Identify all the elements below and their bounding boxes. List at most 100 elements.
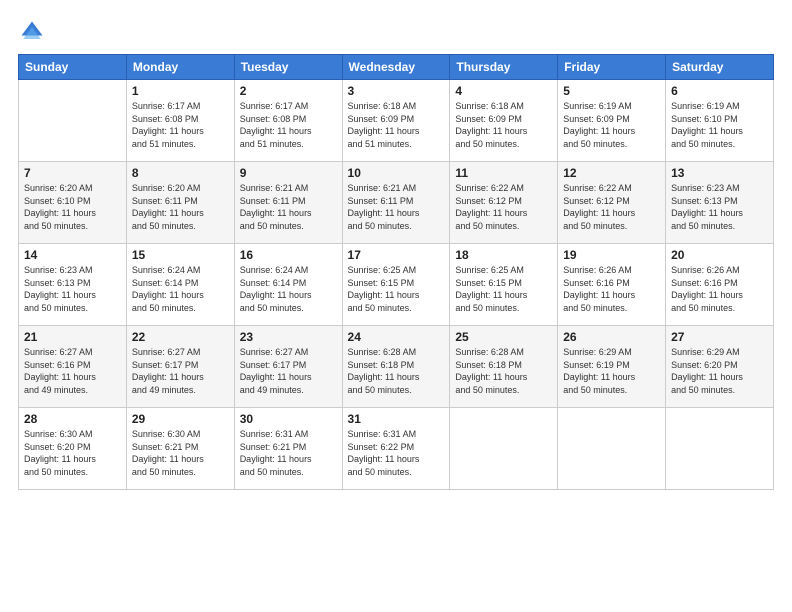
cell-info: Sunrise: 6:21 AMSunset: 6:11 PMDaylight:…	[240, 182, 337, 232]
calendar-cell: 28 Sunrise: 6:30 AMSunset: 6:20 PMDayligh…	[19, 408, 127, 490]
calendar-cell: 25Sunrise: 6:28 AMSunset: 6:18 PMDayligh…	[450, 326, 558, 408]
day-number: 1	[132, 84, 229, 98]
cell-info: Sunrise: 6:22 AMSunset: 6:12 PMDaylight:…	[455, 182, 552, 232]
day-number: 3	[348, 84, 445, 98]
cell-info: Sunrise: 6:24 AMSunset: 6:14 PMDaylight:…	[240, 264, 337, 314]
calendar-cell	[558, 408, 666, 490]
calendar-cell: 31 Sunrise: 6:31 AMSunset: 6:22 PMDayligh…	[342, 408, 450, 490]
cell-info: Sunrise: 6:29 AMSunset: 6:19 PMDaylight:…	[563, 346, 660, 396]
cell-info: Sunrise: 6:20 AMSunset: 6:11 PMDaylight:…	[132, 182, 229, 232]
cell-info: Sunrise: 6:23 AMSunset: 6:13 PMDaylight:…	[24, 264, 121, 314]
day-number: 20	[671, 248, 768, 262]
calendar-cell: 19Sunrise: 6:26 AMSunset: 6:16 PMDayligh…	[558, 244, 666, 326]
cell-info: Sunrise: 6:19 AMSunset: 6:10 PMDaylight:…	[671, 100, 768, 150]
day-number: 21	[24, 330, 121, 344]
day-number: 12	[563, 166, 660, 180]
cell-info: Sunrise: 6:30 AMSunset: 6:21 PMDaylight:…	[132, 428, 229, 478]
day-number: 18	[455, 248, 552, 262]
calendar-cell	[450, 408, 558, 490]
calendar-cell: 6 Sunrise: 6:19 AMSunset: 6:10 PMDaylight…	[666, 80, 774, 162]
cell-info: Sunrise: 6:18 AMSunset: 6:09 PMDaylight:…	[348, 100, 445, 150]
day-number: 14	[24, 248, 121, 262]
week-row-2: 14 Sunrise: 6:23 AMSunset: 6:13 PMDayligh…	[19, 244, 774, 326]
day-number: 10	[348, 166, 445, 180]
calendar-cell: 21 Sunrise: 6:27 AMSunset: 6:16 PMDayligh…	[19, 326, 127, 408]
day-number: 6	[671, 84, 768, 98]
header	[18, 18, 774, 46]
calendar-cell: 22 Sunrise: 6:27 AMSunset: 6:17 PMDayligh…	[126, 326, 234, 408]
week-row-4: 28 Sunrise: 6:30 AMSunset: 6:20 PMDayligh…	[19, 408, 774, 490]
calendar-cell: 24Sunrise: 6:28 AMSunset: 6:18 PMDayligh…	[342, 326, 450, 408]
cell-info: Sunrise: 6:18 AMSunset: 6:09 PMDaylight:…	[455, 100, 552, 150]
day-number: 30	[240, 412, 337, 426]
calendar-cell: 18 Sunrise: 6:25 AMSunset: 6:15 PMDayligh…	[450, 244, 558, 326]
cell-info: Sunrise: 6:25 AMSunset: 6:15 PMDaylight:…	[348, 264, 445, 314]
cell-info: Sunrise: 6:26 AMSunset: 6:16 PMDaylight:…	[671, 264, 768, 314]
weekday-header-wednesday: Wednesday	[342, 55, 450, 80]
weekday-header-tuesday: Tuesday	[234, 55, 342, 80]
logo-icon	[18, 18, 46, 46]
day-number: 26	[563, 330, 660, 344]
day-number: 28	[24, 412, 121, 426]
cell-info: Sunrise: 6:23 AMSunset: 6:13 PMDaylight:…	[671, 182, 768, 232]
day-number: 5	[563, 84, 660, 98]
calendar-cell: 2Sunrise: 6:17 AMSunset: 6:08 PMDaylight…	[234, 80, 342, 162]
cell-info: Sunrise: 6:27 AMSunset: 6:16 PMDaylight:…	[24, 346, 121, 396]
calendar-table: SundayMondayTuesdayWednesdayThursdayFrid…	[18, 54, 774, 490]
calendar-cell: 10 Sunrise: 6:21 AMSunset: 6:11 PMDayligh…	[342, 162, 450, 244]
calendar-cell: 5 Sunrise: 6:19 AMSunset: 6:09 PMDaylight…	[558, 80, 666, 162]
weekday-header-friday: Friday	[558, 55, 666, 80]
week-row-0: 1 Sunrise: 6:17 AMSunset: 6:08 PMDaylight…	[19, 80, 774, 162]
calendar-cell: 16 Sunrise: 6:24 AMSunset: 6:14 PMDayligh…	[234, 244, 342, 326]
cell-info: Sunrise: 6:19 AMSunset: 6:09 PMDaylight:…	[563, 100, 660, 150]
day-number: 19	[563, 248, 660, 262]
day-number: 16	[240, 248, 337, 262]
calendar-cell: 27Sunrise: 6:29 AMSunset: 6:20 PMDayligh…	[666, 326, 774, 408]
day-number: 15	[132, 248, 229, 262]
calendar-cell: 23 Sunrise: 6:27 AMSunset: 6:17 PMDayligh…	[234, 326, 342, 408]
day-number: 13	[671, 166, 768, 180]
day-number: 29	[132, 412, 229, 426]
calendar-cell	[19, 80, 127, 162]
day-number: 4	[455, 84, 552, 98]
weekday-header-sunday: Sunday	[19, 55, 127, 80]
cell-info: Sunrise: 6:29 AMSunset: 6:20 PMDaylight:…	[671, 346, 768, 396]
weekday-header-saturday: Saturday	[666, 55, 774, 80]
weekday-header-thursday: Thursday	[450, 55, 558, 80]
weekday-header-monday: Monday	[126, 55, 234, 80]
week-row-3: 21 Sunrise: 6:27 AMSunset: 6:16 PMDayligh…	[19, 326, 774, 408]
cell-info: Sunrise: 6:31 AMSunset: 6:21 PMDaylight:…	[240, 428, 337, 478]
cell-info: Sunrise: 6:24 AMSunset: 6:14 PMDaylight:…	[132, 264, 229, 314]
calendar-cell: 11Sunrise: 6:22 AMSunset: 6:12 PMDayligh…	[450, 162, 558, 244]
cell-info: Sunrise: 6:30 AMSunset: 6:20 PMDaylight:…	[24, 428, 121, 478]
cell-info: Sunrise: 6:27 AMSunset: 6:17 PMDaylight:…	[132, 346, 229, 396]
cell-info: Sunrise: 6:17 AMSunset: 6:08 PMDaylight:…	[132, 100, 229, 150]
calendar-cell: 15 Sunrise: 6:24 AMSunset: 6:14 PMDayligh…	[126, 244, 234, 326]
day-number: 22	[132, 330, 229, 344]
calendar-cell: 12Sunrise: 6:22 AMSunset: 6:12 PMDayligh…	[558, 162, 666, 244]
calendar-cell: 9 Sunrise: 6:21 AMSunset: 6:11 PMDaylight…	[234, 162, 342, 244]
day-number: 31	[348, 412, 445, 426]
calendar-cell	[666, 408, 774, 490]
day-number: 17	[348, 248, 445, 262]
day-number: 9	[240, 166, 337, 180]
calendar-cell: 26 Sunrise: 6:29 AMSunset: 6:19 PMDayligh…	[558, 326, 666, 408]
calendar-cell: 8Sunrise: 6:20 AMSunset: 6:11 PMDaylight…	[126, 162, 234, 244]
logo	[18, 18, 50, 46]
day-number: 23	[240, 330, 337, 344]
week-row-1: 7Sunrise: 6:20 AMSunset: 6:10 PMDaylight…	[19, 162, 774, 244]
cell-info: Sunrise: 6:27 AMSunset: 6:17 PMDaylight:…	[240, 346, 337, 396]
cell-info: Sunrise: 6:17 AMSunset: 6:08 PMDaylight:…	[240, 100, 337, 150]
day-number: 25	[455, 330, 552, 344]
cell-info: Sunrise: 6:28 AMSunset: 6:18 PMDaylight:…	[348, 346, 445, 396]
cell-info: Sunrise: 6:31 AMSunset: 6:22 PMDaylight:…	[348, 428, 445, 478]
weekday-header-row: SundayMondayTuesdayWednesdayThursdayFrid…	[19, 55, 774, 80]
cell-info: Sunrise: 6:21 AMSunset: 6:11 PMDaylight:…	[348, 182, 445, 232]
calendar-cell: 4 Sunrise: 6:18 AMSunset: 6:09 PMDaylight…	[450, 80, 558, 162]
cell-info: Sunrise: 6:20 AMSunset: 6:10 PMDaylight:…	[24, 182, 121, 232]
calendar-cell: 30 Sunrise: 6:31 AMSunset: 6:21 PMDayligh…	[234, 408, 342, 490]
calendar-cell: 13 Sunrise: 6:23 AMSunset: 6:13 PMDayligh…	[666, 162, 774, 244]
calendar-cell: 1 Sunrise: 6:17 AMSunset: 6:08 PMDaylight…	[126, 80, 234, 162]
cell-info: Sunrise: 6:25 AMSunset: 6:15 PMDaylight:…	[455, 264, 552, 314]
calendar-cell: 7Sunrise: 6:20 AMSunset: 6:10 PMDaylight…	[19, 162, 127, 244]
